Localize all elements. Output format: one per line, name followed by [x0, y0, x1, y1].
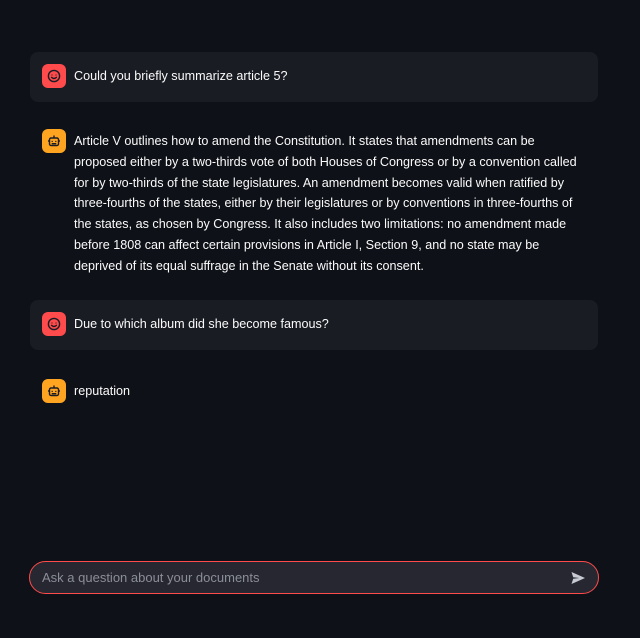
smiley-face-icon: [42, 64, 66, 88]
chat-message-assistant: reputation: [30, 367, 598, 413]
robot-icon: [42, 379, 66, 403]
send-icon: [571, 571, 585, 584]
chat-message-user: Could you briefly summarize article 5?: [30, 52, 598, 102]
message-text: reputation: [74, 384, 131, 398]
message-text: Due to which album did she become famous…: [74, 317, 329, 331]
chat-message-assistant: Article V outlines how to amend the Cons…: [30, 117, 598, 277]
message-text: Could you briefly summarize article 5?: [74, 69, 288, 83]
chat-message-user: Due to which album did she become famous…: [30, 300, 598, 350]
send-button[interactable]: [568, 568, 588, 588]
chat-input-container: [29, 561, 599, 594]
message-text: Article V outlines how to amend the Cons…: [74, 134, 577, 273]
chat-app: Could you briefly summarize article 5? A…: [0, 0, 640, 638]
robot-icon: [42, 129, 66, 153]
chat-input[interactable]: [42, 570, 568, 585]
smiley-face-icon: [42, 312, 66, 336]
